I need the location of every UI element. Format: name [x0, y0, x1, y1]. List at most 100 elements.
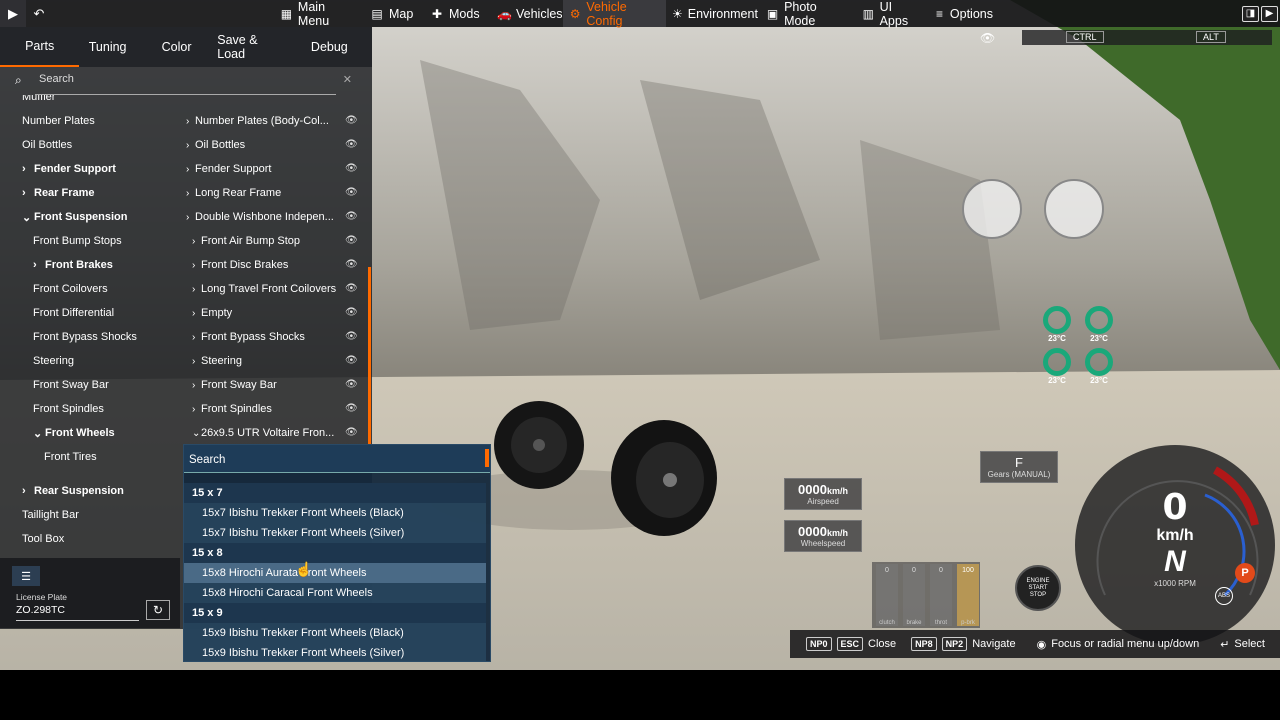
part-category[interactable]: Muffler — [0, 95, 180, 109]
part-category[interactable]: › Rear Suspension — [0, 479, 180, 503]
menu-item-vehicle-config[interactable]: ⚙ Vehicle Config — [563, 0, 666, 28]
visibility-eye-icon[interactable]: 👁 — [345, 187, 358, 198]
part-category[interactable]: › Rear Frame — [0, 181, 180, 205]
visibility-eye-icon[interactable]: 👁 — [345, 115, 358, 126]
dropdown-option[interactable]: 15x7 Ibishu Trekker Front Wheels (Silver… — [184, 523, 486, 543]
part-category[interactable]: Taillight Bar — [0, 503, 180, 527]
menu-icon[interactable]: ☰ — [12, 566, 40, 586]
part-selector[interactable]: › Front Sway Bar — [180, 373, 370, 397]
dropdown-group-header: 15 x 7 — [184, 483, 486, 503]
dropdown-option[interactable]: 15x8 Hirochi Caracal Front Wheels — [184, 583, 486, 603]
search-input[interactable]: Search — [39, 73, 74, 85]
part-selector[interactable]: › Front Bypass Shocks — [180, 325, 370, 349]
part-category[interactable]: › Fender Support — [0, 157, 180, 181]
camera-icon: ▣ — [766, 6, 779, 21]
tab-color[interactable]: Color — [136, 27, 217, 67]
clear-icon[interactable]: ✕ — [343, 73, 352, 86]
wheels-dropdown[interactable]: Search 15 x 7 15x7 Ibishu Trekker Front W… — [183, 444, 491, 662]
part-selector[interactable]: › Long Travel Front Coilovers — [180, 277, 370, 301]
dropdown-option[interactable]: 15x9 Ibishu Trekker Front Wheels (Black) — [184, 623, 486, 643]
part-selector[interactable]: › Double Wishbone Indepen... — [180, 205, 370, 229]
dropdown-option[interactable]: 15x9 Ibishu Trekker Front Wheels (Silver… — [184, 643, 486, 661]
part-category[interactable]: Front Coilovers — [0, 277, 180, 301]
part-selector[interactable]: › Long Rear Frame — [180, 181, 370, 205]
chevron-right-icon: › — [22, 485, 26, 497]
engine-start-button[interactable]: ENGINE START STOP — [1015, 565, 1061, 611]
restore-icon[interactable]: ◨ — [1242, 5, 1259, 22]
part-selector[interactable]: › Front Spindles — [180, 397, 370, 421]
part-selector-label: Steering — [201, 355, 242, 367]
part-category[interactable]: Steering — [0, 349, 180, 373]
part-selector-label: Front Disc Brakes — [201, 259, 289, 271]
part-category[interactable]: Oil Bottles — [0, 133, 180, 157]
part-selector[interactable]: › Fender Support — [180, 157, 370, 181]
visibility-eye-icon[interactable]: 👁 — [345, 163, 358, 174]
car-icon: 🚗 — [497, 6, 512, 21]
part-selector-label: Front Bypass Shocks — [201, 331, 305, 343]
visibility-eye-icon[interactable]: 👁 — [345, 379, 358, 390]
visibility-eye-icon[interactable]: 👁 — [345, 283, 358, 294]
visibility-eye-icon[interactable]: 👁 — [345, 403, 358, 414]
menu-item-label: Options — [949, 6, 993, 21]
sun-icon: ☀ — [672, 6, 683, 21]
part-category[interactable]: Front Tires — [0, 445, 180, 469]
undo-icon[interactable]: ↶ — [26, 0, 52, 27]
part-category[interactable]: › Front Brakes — [0, 253, 180, 277]
part-selector[interactable]: ⌄ 26x9.5 UTR Voltaire Fron... — [180, 421, 370, 445]
part-selector[interactable]: › Front Disc Brakes — [180, 253, 370, 277]
part-category[interactable]: Front Bump Stops — [0, 229, 180, 253]
menu-item-vehicles[interactable]: 🚗 Vehicles — [491, 0, 563, 27]
part-category[interactable]: Front Bypass Shocks — [0, 325, 180, 349]
dropdown-scrollbar[interactable] — [485, 449, 489, 467]
tab-parts[interactable]: Parts — [0, 27, 80, 67]
part-category[interactable]: ⌄ Front Wheels — [0, 421, 180, 445]
eye-icon[interactable]: 👁 — [980, 31, 995, 45]
visibility-eye-icon[interactable]: 👁 — [345, 235, 358, 246]
key-badge: NP0 — [806, 637, 832, 651]
part-selector[interactable]: › Empty — [180, 301, 370, 325]
menu-item-environment[interactable]: ☀ Environment — [666, 0, 760, 27]
part-selector[interactable]: › Number Plates (Body-Col... — [180, 109, 370, 133]
dropdown-option[interactable]: 15x8 Hirochi Aurata Front Wheels — [184, 563, 486, 583]
refresh-icon[interactable]: ↻ — [146, 600, 170, 620]
visibility-eye-icon[interactable]: 👁 — [345, 139, 358, 150]
visibility-eye-icon[interactable]: 👁 — [345, 355, 358, 366]
menu-item-mods[interactable]: ✚ Mods — [424, 0, 491, 27]
part-category[interactable]: Tool Box — [0, 527, 180, 551]
fullscreen-icon[interactable]: ▶ — [1261, 5, 1278, 22]
play-icon[interactable]: ▶ — [0, 0, 26, 27]
visibility-eye-icon[interactable]: 👁 — [345, 211, 358, 222]
grid-icon: ▦ — [280, 6, 293, 21]
menu-item-main-menu[interactable]: ▦ Main Menu — [274, 0, 364, 28]
part-selector[interactable]: › Oil Bottles — [180, 133, 370, 157]
chevron-icon: › — [192, 403, 196, 415]
parts-scrollbar[interactable] — [368, 267, 371, 447]
part-category-label: Number Plates — [22, 115, 95, 127]
part-selector[interactable]: › Front Air Bump Stop — [180, 229, 370, 253]
tab-debug[interactable]: Debug — [287, 27, 372, 67]
tab-tuning[interactable]: Tuning — [79, 27, 136, 67]
chevron-icon: › — [192, 307, 196, 319]
part-category[interactable]: Front Differential — [0, 301, 180, 325]
tab-save-load[interactable]: Save & Load — [217, 27, 286, 67]
part-category[interactable]: Front Sway Bar — [0, 373, 180, 397]
license-input[interactable]: ZO.298TC — [16, 604, 139, 621]
menu-item-ui-apps[interactable]: ▥ UI Apps — [856, 0, 928, 28]
part-category[interactable]: Front Spindles — [0, 397, 180, 421]
visibility-eye-icon[interactable]: 👁 — [345, 307, 358, 318]
key-badge: NP2 — [941, 637, 968, 651]
parts-search[interactable]: ⌕ Search ✕ — [0, 67, 372, 95]
menu-item-options[interactable]: ≡ Options — [928, 0, 1002, 27]
visibility-eye-icon[interactable]: 👁 — [345, 331, 358, 342]
dropdown-search[interactable]: Search — [184, 445, 490, 473]
menu-item-map[interactable]: ▤ Map — [364, 0, 424, 27]
part-category[interactable]: ⌄ Front Suspension — [0, 205, 180, 229]
part-category[interactable]: Number Plates — [0, 109, 180, 133]
part-selector-label: Long Rear Frame — [195, 187, 282, 199]
visibility-eye-icon[interactable]: 👁 — [345, 259, 358, 270]
part-selector[interactable]: › Steering — [180, 349, 370, 373]
dropdown-option[interactable]: 15x7 Ibishu Trekker Front Wheels (Black) — [184, 503, 486, 523]
visibility-eye-icon[interactable]: 👁 — [345, 427, 358, 438]
tire-icon — [1085, 348, 1113, 376]
menu-item-photo-mode[interactable]: ▣ Photo Mode — [760, 0, 856, 28]
